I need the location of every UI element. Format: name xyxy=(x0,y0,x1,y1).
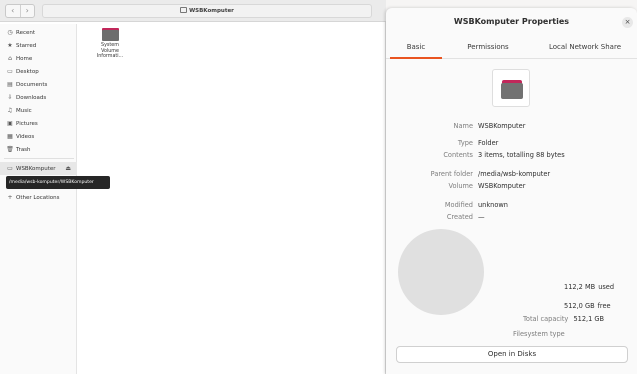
path-bar-title: WSBKomputer xyxy=(189,8,234,14)
sidebar-item-label: Trash xyxy=(16,147,31,153)
sidebar-item-label: Documents xyxy=(16,82,48,88)
sidebar-item-music[interactable]: ♫ Music xyxy=(0,104,77,117)
open-in-disks-button[interactable]: Open in Disks xyxy=(396,346,628,363)
sidebar-item-documents[interactable]: ▤ Documents xyxy=(0,78,77,91)
path-bar[interactable]: WSBKomputer xyxy=(42,4,372,18)
sidebar-item-downloads[interactable]: ⇩ Downloads xyxy=(0,91,77,104)
tab-local-network-share[interactable]: Local Network Share xyxy=(534,38,636,59)
property-label: Parent folder xyxy=(430,170,473,178)
sidebar-item-home[interactable]: ⌂ Home xyxy=(0,52,77,65)
drive-icon: ▭ xyxy=(7,165,13,172)
sidebar-item-label: Recent xyxy=(16,30,36,36)
sidebar-item-label: Starred xyxy=(16,43,37,49)
sidebar-item-label: Music xyxy=(16,108,32,114)
filesystem-type: Filesystem type xyxy=(513,329,565,339)
eject-icon[interactable]: ⏏ xyxy=(65,162,71,175)
sidebar-item-recent[interactable]: ◷ Recent xyxy=(0,26,77,39)
download-icon: ⇩ xyxy=(7,94,13,101)
used-value: 112,2 MB xyxy=(564,283,596,291)
sidebar-item-videos[interactable]: ▦ Videos xyxy=(0,130,77,143)
property-type: Type Folder xyxy=(386,138,637,148)
property-label: Contents xyxy=(443,151,473,159)
navigation-buttons: ‹ › xyxy=(5,4,35,18)
home-icon: ⌂ xyxy=(8,55,12,62)
sidebar: ◷ Recent ★ Starred ⌂ Home ▭ Desktop ▤ Documen… xyxy=(0,24,77,374)
property-label: Type xyxy=(457,139,473,147)
sidebar-item-label: Desktop xyxy=(16,69,39,75)
picture-icon: ▣ xyxy=(7,120,13,127)
property-value: /media/wsb-komputer xyxy=(478,170,551,178)
file-name: System Volume Informati... xyxy=(96,43,124,59)
close-button[interactable]: × xyxy=(622,17,633,28)
property-value: — xyxy=(478,213,485,221)
music-icon: ♫ xyxy=(7,107,13,114)
property-value: 3 items, totalling 88 bytes xyxy=(478,151,565,159)
drive-icon xyxy=(180,7,188,13)
property-parent-folder: Parent folder /media/wsb-komputer xyxy=(386,169,637,179)
property-modified: Modified unknown xyxy=(386,200,637,210)
property-value: WSBKomputer xyxy=(478,122,526,130)
folder-icon xyxy=(492,69,530,107)
property-label: Name xyxy=(453,122,473,130)
used-label: used xyxy=(598,283,615,291)
property-created: Created — xyxy=(386,212,637,222)
filesystem-type-label: Filesystem type xyxy=(513,330,565,338)
sidebar-item-label: Downloads xyxy=(16,95,47,101)
sidebar-item-desktop[interactable]: ▭ Desktop xyxy=(0,65,77,78)
disk-usage-chart xyxy=(398,229,484,315)
plus-icon: + xyxy=(7,194,13,201)
total-capacity: Total capacity 512,1 GB xyxy=(523,314,604,324)
sidebar-item-other-locations[interactable]: + Other Locations xyxy=(0,191,77,204)
sidebar-item-label: Home xyxy=(16,56,33,62)
tab-bar: Basic Permissions Local Network Share xyxy=(386,38,637,59)
sidebar-item-label: Videos xyxy=(16,134,35,140)
forward-button[interactable]: › xyxy=(19,5,35,17)
clock-icon: ◷ xyxy=(7,29,13,36)
tab-basic[interactable]: Basic xyxy=(390,38,442,59)
video-icon: ▦ xyxy=(7,133,13,140)
free-value: 512,0 GB xyxy=(564,302,595,310)
sidebar-divider xyxy=(4,158,74,159)
sidebar-item-label: Pictures xyxy=(16,121,38,127)
path-tooltip: /media/wsb-komputer/WSBKomputer xyxy=(6,176,110,189)
back-button[interactable]: ‹ xyxy=(6,5,20,17)
file-view[interactable]: System Volume Informati... xyxy=(78,24,385,374)
sidebar-item-starred[interactable]: ★ Starred xyxy=(0,39,77,52)
sidebar-item-label: WSBKomputer xyxy=(16,166,56,172)
tab-permissions[interactable]: Permissions xyxy=(454,38,522,59)
sidebar-item-label: Other Locations xyxy=(16,195,60,201)
sidebar-item-wsbkomputer[interactable]: ▭ WSBKomputer ⏏ xyxy=(0,162,77,175)
property-name: Name WSBKomputer xyxy=(386,121,637,131)
sidebar-item-pictures[interactable]: ▣ Pictures xyxy=(0,117,77,130)
used-space: 112,2 MB used xyxy=(564,282,614,292)
total-capacity-value: 512,1 GB xyxy=(573,315,605,323)
file-item[interactable]: System Volume Informati... xyxy=(92,28,128,60)
dialog-title: WSBKomputer Properties xyxy=(453,17,570,26)
property-contents: Contents 3 items, totalling 88 bytes xyxy=(386,150,637,160)
trash-icon: 🗑 xyxy=(6,146,14,153)
property-label: Volume xyxy=(448,182,473,190)
sidebar-item-trash[interactable]: 🗑 Trash xyxy=(0,143,77,156)
free-label: free xyxy=(597,302,611,310)
property-value: unknown xyxy=(478,201,508,209)
properties-dialog: WSBKomputer Properties × Basic Permissio… xyxy=(386,8,637,374)
property-label: Created xyxy=(446,213,473,221)
total-capacity-label: Total capacity xyxy=(523,315,569,323)
header-bar: ‹ › WSBKomputer xyxy=(0,0,386,22)
property-label: Modified xyxy=(444,201,473,209)
property-value: WSBKomputer xyxy=(478,182,526,190)
star-icon: ★ xyxy=(7,42,13,49)
property-volume: Volume WSBKomputer xyxy=(386,181,637,191)
property-value: Folder xyxy=(478,139,499,147)
document-icon: ▤ xyxy=(7,81,13,88)
free-space: 512,0 GB free xyxy=(564,301,611,311)
desktop-icon: ▭ xyxy=(7,68,13,75)
folder-icon xyxy=(101,28,119,41)
